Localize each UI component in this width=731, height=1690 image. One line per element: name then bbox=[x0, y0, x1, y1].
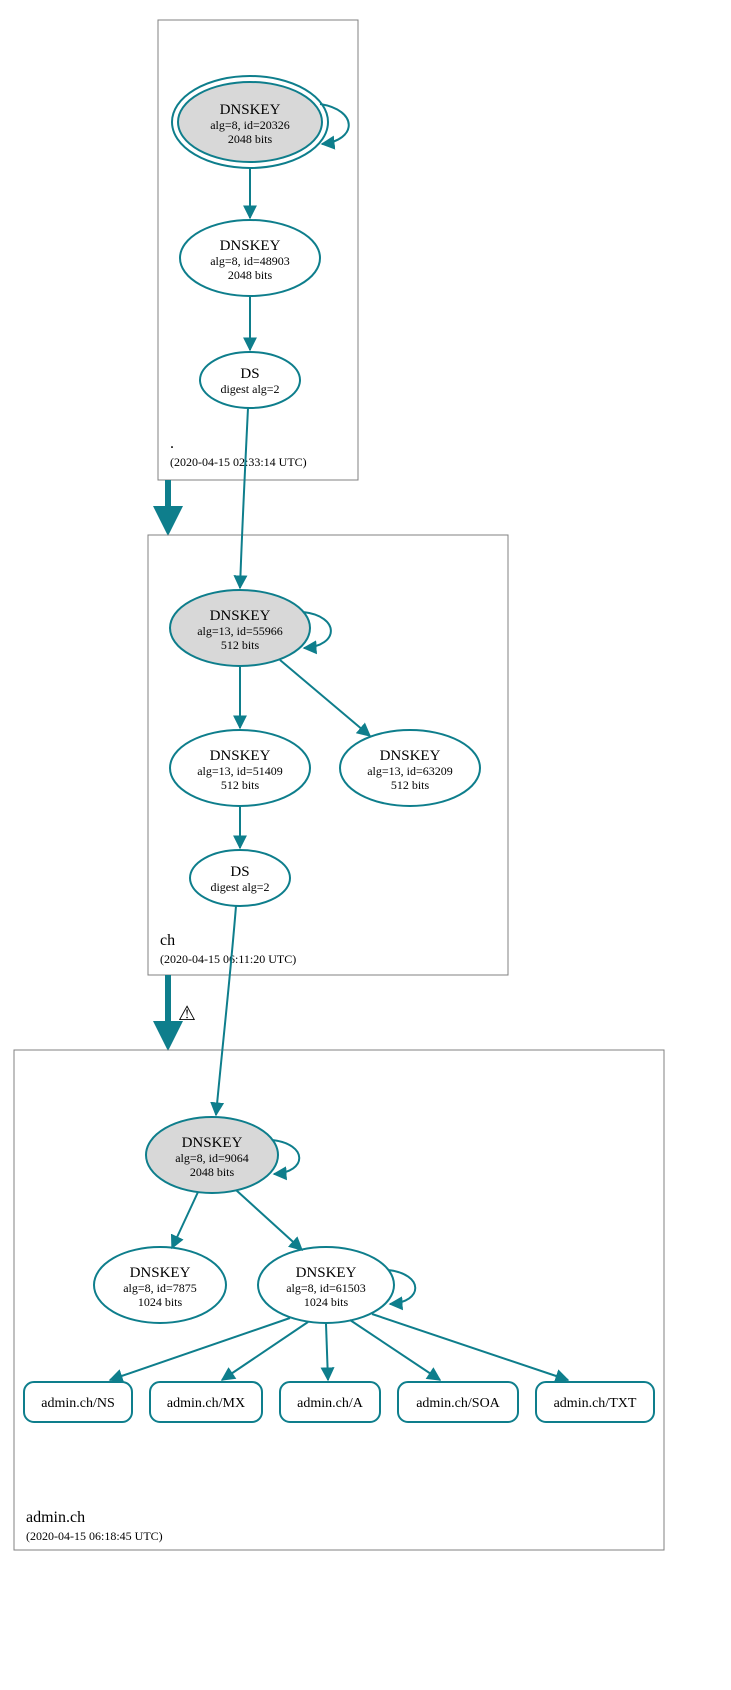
svg-text:DNSKEY: DNSKEY bbox=[296, 1265, 357, 1281]
svg-text:DNSKEY: DNSKEY bbox=[130, 1265, 191, 1281]
rrset-txt: admin.ch/TXT bbox=[536, 1382, 654, 1422]
node-root-ksk: DNSKEY alg=8, id=20326 2048 bits bbox=[172, 76, 328, 168]
svg-text:alg=13, id=55966: alg=13, id=55966 bbox=[197, 624, 283, 638]
svg-text:DS: DS bbox=[230, 864, 249, 880]
zone-admin-name: admin.ch bbox=[26, 1509, 85, 1526]
edge-admin-ksk-to-zsk2 bbox=[236, 1190, 302, 1250]
svg-text:512 bits: 512 bits bbox=[221, 638, 260, 652]
svg-text:2048 bits: 2048 bits bbox=[190, 1165, 235, 1179]
node-ch-zsk2: DNSKEY alg=13, id=63209 512 bits bbox=[340, 730, 480, 806]
svg-text:DNSKEY: DNSKEY bbox=[210, 608, 271, 624]
node-ch-ds: DS digest alg=2 bbox=[190, 850, 290, 906]
node-ch-ksk: DNSKEY alg=13, id=55966 512 bits bbox=[170, 590, 310, 666]
zone-root: . (2020-04-15 02:33:14 UTC) DNSKEY alg=8… bbox=[158, 20, 358, 480]
svg-text:DNSKEY: DNSKEY bbox=[182, 1135, 243, 1151]
svg-text:admin.ch/A: admin.ch/A bbox=[297, 1396, 364, 1411]
node-admin-ksk: DNSKEY alg=8, id=9064 2048 bits bbox=[146, 1117, 278, 1193]
svg-text:alg=13, id=51409: alg=13, id=51409 bbox=[197, 764, 283, 778]
svg-text:alg=8, id=9064: alg=8, id=9064 bbox=[175, 1151, 249, 1165]
svg-text:⚠: ⚠ bbox=[178, 1003, 196, 1025]
svg-text:DS: DS bbox=[240, 366, 259, 382]
svg-text:2048 bits: 2048 bits bbox=[228, 268, 273, 282]
svg-text:admin.ch/NS: admin.ch/NS bbox=[41, 1396, 115, 1411]
svg-text:digest alg=2: digest alg=2 bbox=[220, 382, 279, 396]
zone-admin: admin.ch (2020-04-15 06:18:45 UTC) DNSKE… bbox=[14, 906, 664, 1550]
svg-text:512 bits: 512 bits bbox=[391, 778, 430, 792]
svg-text:DNSKEY: DNSKEY bbox=[210, 748, 271, 764]
zone-root-timestamp: (2020-04-15 02:33:14 UTC) bbox=[170, 455, 307, 469]
svg-text:alg=8, id=61503: alg=8, id=61503 bbox=[286, 1281, 366, 1295]
dnssec-graph: . (2020-04-15 02:33:14 UTC) DNSKEY alg=8… bbox=[0, 0, 731, 1690]
rrset-mx: admin.ch/MX bbox=[150, 1382, 262, 1422]
edge-ch-ksk-to-zsk2 bbox=[280, 660, 370, 736]
rrset-a: admin.ch/A bbox=[280, 1382, 380, 1422]
rrset-ns: admin.ch/NS bbox=[24, 1382, 132, 1422]
svg-text:DNSKEY: DNSKEY bbox=[380, 748, 441, 764]
edge-zsk2-to-a bbox=[326, 1324, 328, 1380]
node-root-ds: DS digest alg=2 bbox=[200, 352, 300, 408]
node-root-zsk: DNSKEY alg=8, id=48903 2048 bits bbox=[180, 220, 320, 296]
zone-admin-timestamp: (2020-04-15 06:18:45 UTC) bbox=[26, 1529, 163, 1543]
svg-text:alg=8, id=48903: alg=8, id=48903 bbox=[210, 254, 290, 268]
svg-text:DNSKEY: DNSKEY bbox=[220, 102, 281, 118]
node-admin-zsk2: DNSKEY alg=8, id=61503 1024 bits bbox=[258, 1247, 394, 1323]
zone-ch: ch (2020-04-15 06:11:20 UTC) DNSKEY alg=… bbox=[148, 408, 508, 975]
edge-zsk2-to-soa bbox=[350, 1320, 440, 1380]
svg-text:2048 bits: 2048 bits bbox=[228, 132, 273, 146]
svg-text:digest alg=2: digest alg=2 bbox=[210, 880, 269, 894]
svg-text:1024 bits: 1024 bits bbox=[138, 1295, 183, 1309]
svg-text:1024 bits: 1024 bits bbox=[304, 1295, 349, 1309]
svg-text:alg=13, id=63209: alg=13, id=63209 bbox=[367, 764, 453, 778]
edge-ds-root-to-ch-ksk bbox=[240, 408, 248, 588]
edge-zsk2-to-ns bbox=[110, 1318, 290, 1380]
svg-text:alg=8, id=7875: alg=8, id=7875 bbox=[123, 1281, 197, 1295]
zone-ch-timestamp: (2020-04-15 06:11:20 UTC) bbox=[160, 952, 296, 966]
svg-text:512 bits: 512 bits bbox=[221, 778, 260, 792]
svg-text:DNSKEY: DNSKEY bbox=[220, 238, 281, 254]
node-ch-zsk1: DNSKEY alg=13, id=51409 512 bits bbox=[170, 730, 310, 806]
zone-ch-name: ch bbox=[160, 932, 175, 949]
svg-text:alg=8, id=20326: alg=8, id=20326 bbox=[210, 118, 290, 132]
svg-text:admin.ch/TXT: admin.ch/TXT bbox=[554, 1396, 637, 1411]
edge-zsk2-to-txt bbox=[372, 1314, 568, 1380]
warning-icon: ⚠ bbox=[178, 1003, 196, 1025]
edge-zsk2-to-mx bbox=[222, 1322, 308, 1380]
edge-admin-ksk-to-zsk1 bbox=[172, 1192, 198, 1248]
edge-ds-ch-to-admin-ksk bbox=[216, 906, 236, 1115]
svg-text:admin.ch/SOA: admin.ch/SOA bbox=[416, 1396, 500, 1411]
node-admin-zsk1: DNSKEY alg=8, id=7875 1024 bits bbox=[94, 1247, 226, 1323]
rrset-soa: admin.ch/SOA bbox=[398, 1382, 518, 1422]
zone-root-name: . bbox=[170, 435, 174, 452]
svg-text:admin.ch/MX: admin.ch/MX bbox=[167, 1396, 245, 1411]
